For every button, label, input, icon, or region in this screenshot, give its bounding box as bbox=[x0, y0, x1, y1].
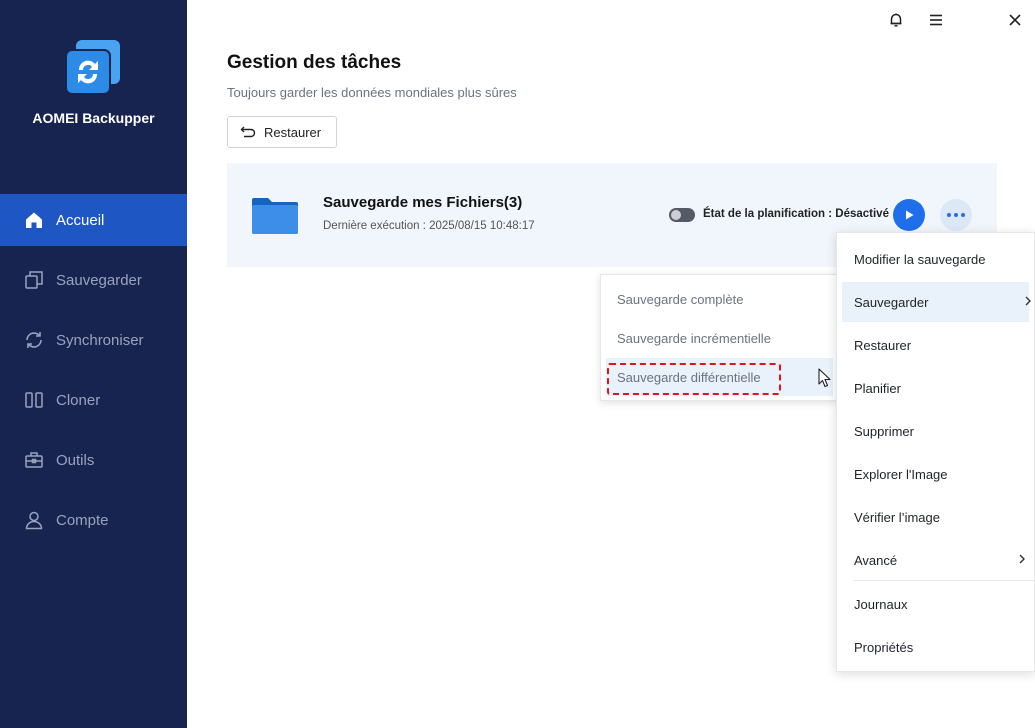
menu-item-label: Modifier la sauvegarde bbox=[854, 251, 986, 267]
menu-item-label: Restaurer bbox=[854, 337, 912, 353]
dot bbox=[954, 213, 958, 217]
close-icon[interactable] bbox=[1005, 10, 1025, 30]
sidebar-item-outils[interactable]: Outils bbox=[0, 434, 187, 486]
submenu-item-full-backup[interactable]: Sauvegarde complète bbox=[601, 280, 838, 318]
chevron-right-icon bbox=[1025, 296, 1031, 306]
dot bbox=[947, 213, 951, 217]
backup-icon bbox=[24, 270, 44, 290]
tools-icon bbox=[24, 450, 44, 470]
app-logo-icon bbox=[65, 40, 120, 95]
sidebar-item-compte[interactable]: Compte bbox=[0, 494, 187, 546]
menu-icon[interactable] bbox=[926, 10, 946, 30]
undo-icon bbox=[240, 126, 256, 138]
menu-item-label: Explorer l'Image bbox=[854, 466, 948, 482]
page-subtitle: Toujours garder les données mondiales pl… bbox=[227, 85, 517, 100]
task-last-run: Dernière exécution : 2025/08/15 10:48:17 bbox=[323, 220, 535, 232]
dot bbox=[961, 213, 965, 217]
app-name: AOMEI Backupper bbox=[32, 110, 155, 126]
menu-item-label: Propriétés bbox=[854, 639, 914, 655]
task-context-menu: Modifier la sauvegarde Sauvegarder Resta… bbox=[836, 232, 1035, 672]
menu-item-label: Supprimer bbox=[854, 423, 914, 439]
run-task-button[interactable] bbox=[893, 199, 925, 231]
sidebar-item-label: Compte bbox=[56, 511, 109, 529]
menu-item-advanced[interactable]: Avancé bbox=[837, 540, 1035, 580]
menu-item-explore-image[interactable]: Explorer l'Image bbox=[837, 454, 1035, 494]
sidebar-item-synchroniser[interactable]: Synchroniser bbox=[0, 314, 187, 366]
sync-icon bbox=[24, 330, 44, 350]
restore-button-label: Restaurer bbox=[264, 124, 322, 140]
schedule-status: État de la planification : Désactivé bbox=[703, 208, 889, 220]
menu-divider bbox=[854, 580, 1035, 581]
restore-button[interactable]: Restaurer bbox=[227, 116, 337, 148]
sidebar: AOMEI Backupper Accueil Sauvegarder Sync… bbox=[0, 0, 187, 728]
menu-item-logs[interactable]: Journaux bbox=[837, 584, 1035, 624]
submenu-item-differential-backup[interactable]: Sauvegarde différentielle bbox=[606, 358, 833, 396]
sidebar-nav: Accueil Sauvegarder Synchroniser Cloner … bbox=[0, 194, 187, 554]
chevron-right-icon bbox=[1019, 554, 1025, 564]
page-title: Gestion des tâches bbox=[227, 52, 402, 73]
task-name: Sauvegarde mes Fichiers(3) bbox=[323, 194, 523, 211]
bell-icon[interactable] bbox=[886, 10, 906, 30]
user-icon bbox=[24, 510, 44, 530]
schedule-toggle[interactable] bbox=[669, 208, 695, 222]
sidebar-item-label: Cloner bbox=[56, 391, 101, 409]
menu-item-restore[interactable]: Restaurer bbox=[837, 325, 1035, 365]
menu-item-label: Vérifier l’image bbox=[854, 509, 940, 525]
menu-item-edit-backup[interactable]: Modifier la sauvegarde bbox=[837, 239, 1035, 279]
more-options-button[interactable] bbox=[940, 199, 972, 231]
home-icon bbox=[24, 210, 44, 230]
menu-item-label: Avancé bbox=[854, 552, 898, 568]
sidebar-item-label: Outils bbox=[56, 451, 95, 469]
menu-item-label: Journaux bbox=[854, 596, 908, 612]
sidebar-item-cloner[interactable]: Cloner bbox=[0, 374, 187, 426]
menu-item-delete[interactable]: Supprimer bbox=[837, 411, 1035, 451]
play-icon bbox=[906, 210, 914, 220]
menu-item-label: Sauvegarder bbox=[854, 294, 929, 310]
menu-item-verify-image[interactable]: Vérifier l’image bbox=[837, 497, 1035, 537]
sidebar-item-label: Sauvegarder bbox=[56, 271, 142, 289]
sidebar-item-accueil[interactable]: Accueil bbox=[0, 194, 187, 246]
submenu-item-incremental-backup[interactable]: Sauvegarde incrémentielle bbox=[601, 319, 838, 357]
backup-type-submenu: Sauvegarde complète Sauvegarde incrément… bbox=[600, 274, 837, 401]
menu-item-properties[interactable]: Propriétés bbox=[837, 627, 1035, 667]
menu-item-schedule[interactable]: Planifier bbox=[837, 368, 1035, 408]
menu-item-label: Planifier bbox=[854, 380, 901, 396]
sidebar-item-label: Synchroniser bbox=[56, 331, 144, 349]
folder-icon bbox=[252, 198, 298, 234]
sidebar-item-label: Accueil bbox=[56, 211, 105, 229]
mouse-cursor-icon bbox=[818, 368, 831, 388]
menu-item-backup[interactable]: Sauvegarder bbox=[842, 282, 1031, 322]
clone-icon bbox=[24, 390, 44, 410]
sidebar-item-sauvegarder[interactable]: Sauvegarder bbox=[0, 254, 187, 306]
